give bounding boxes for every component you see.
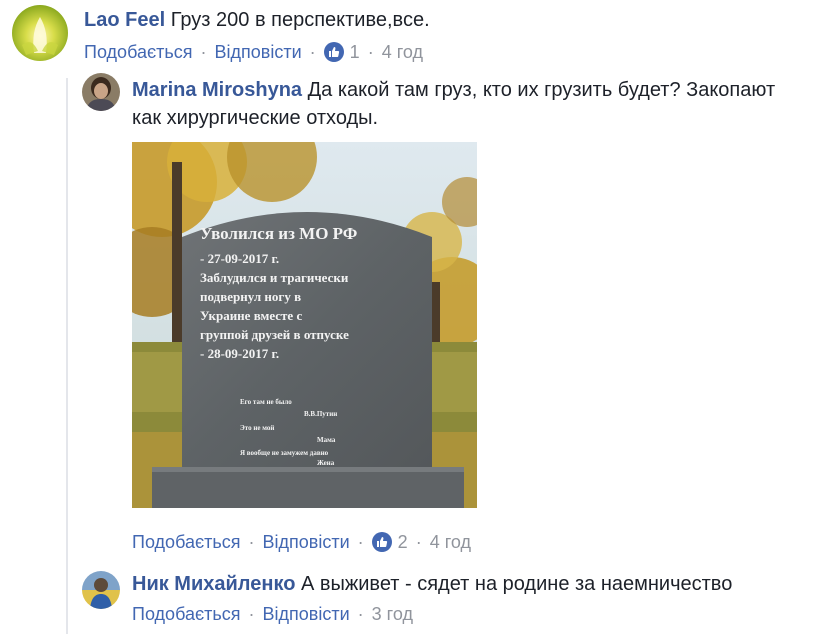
- comment-timestamp[interactable]: 3 год: [372, 603, 413, 625]
- like-link[interactable]: Подобається: [132, 603, 241, 625]
- separator-dot: ·: [357, 604, 364, 624]
- separator-dot: ·: [248, 604, 255, 624]
- stone-text-line: Украине вместе с: [200, 308, 302, 323]
- comment-author[interactable]: Ник Михайленко: [132, 573, 295, 595]
- avatar[interactable]: [12, 5, 68, 61]
- reply-link[interactable]: Відповісти: [263, 603, 350, 625]
- like-thumb-icon[interactable]: [323, 42, 344, 62]
- like-link[interactable]: Подобається: [132, 531, 241, 553]
- separator-dot: ·: [200, 42, 207, 62]
- like-link[interactable]: Подобається: [84, 41, 193, 63]
- reply-thread-line: [66, 78, 68, 634]
- comment-text-continued: как хирургические отходы.: [132, 107, 379, 129]
- comment-text: Да какой там груз, кто их грузить будет?…: [307, 79, 776, 101]
- reply-link[interactable]: Відповісти: [263, 531, 350, 553]
- separator-dot: ·: [309, 42, 316, 62]
- comment-image-attachment[interactable]: Уволился из МО РФ - 27-09-2017 г. Заблуд…: [132, 142, 477, 508]
- separator-dot: ·: [248, 532, 255, 552]
- stone-small-line: Мама: [317, 436, 336, 444]
- avatar[interactable]: [82, 73, 120, 111]
- comment-author[interactable]: Lao Feel: [84, 9, 165, 31]
- tombstone-photo: Уволился из МО РФ - 27-09-2017 г. Заблуд…: [132, 142, 477, 508]
- comment-timestamp[interactable]: 4 год: [382, 41, 423, 63]
- like-thumb-icon[interactable]: [371, 532, 392, 552]
- separator-dot: ·: [367, 42, 374, 62]
- avatar[interactable]: [82, 571, 120, 609]
- stone-small-line: В.В.Путин: [304, 410, 337, 418]
- stone-text-line: Заблудился и трагически: [200, 270, 349, 285]
- stone-small-line: Это не мой: [240, 424, 274, 432]
- stone-small-line: Его там не было: [240, 398, 292, 406]
- stone-text-line: подвернул ногу в: [200, 289, 301, 304]
- reply-link[interactable]: Відповісти: [215, 41, 302, 63]
- stone-text-line: - 27-09-2017 г.: [200, 251, 279, 266]
- comment-timestamp[interactable]: 4 год: [430, 531, 471, 553]
- reaction-count[interactable]: 1: [350, 41, 360, 63]
- comment-author[interactable]: Marina Miroshyna: [132, 79, 302, 101]
- stone-small-line: Я вообще не замужем давно: [240, 449, 329, 457]
- stone-text-line: группой друзей в отпуске: [200, 327, 349, 342]
- stone-text-line: Уволился из МО РФ: [200, 224, 357, 243]
- comment-text: Груз 200 в перспективе,все.: [170, 9, 430, 31]
- reaction-count[interactable]: 2: [398, 531, 408, 553]
- separator-dot: ·: [357, 532, 364, 552]
- separator-dot: ·: [415, 532, 422, 552]
- comment-text: А выживет - сядет на родине за наемничес…: [300, 573, 733, 595]
- stone-text-line: - 28-09-2017 г.: [200, 346, 279, 361]
- stone-small-line: Жена: [317, 459, 335, 467]
